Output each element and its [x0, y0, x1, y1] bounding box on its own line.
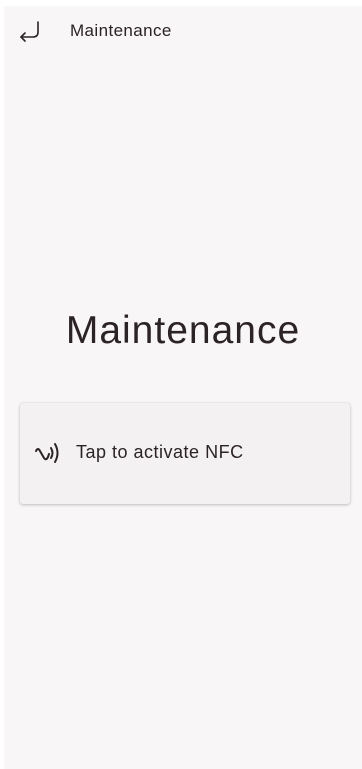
page-heading: Maintenance [65, 309, 301, 352]
maintenance-screen: Maintenance Maintenance Tap to activate … [4, 6, 362, 769]
return-arrow-icon [14, 18, 44, 44]
nfc-card-label: Tap to activate NFC [76, 442, 244, 462]
top-app-bar: Maintenance [4, 6, 362, 56]
nfc-icon [34, 441, 64, 465]
back-button[interactable] [14, 18, 44, 44]
topbar-title: Maintenance [70, 21, 172, 40]
activate-nfc-button[interactable]: Tap to activate NFC [20, 403, 350, 504]
